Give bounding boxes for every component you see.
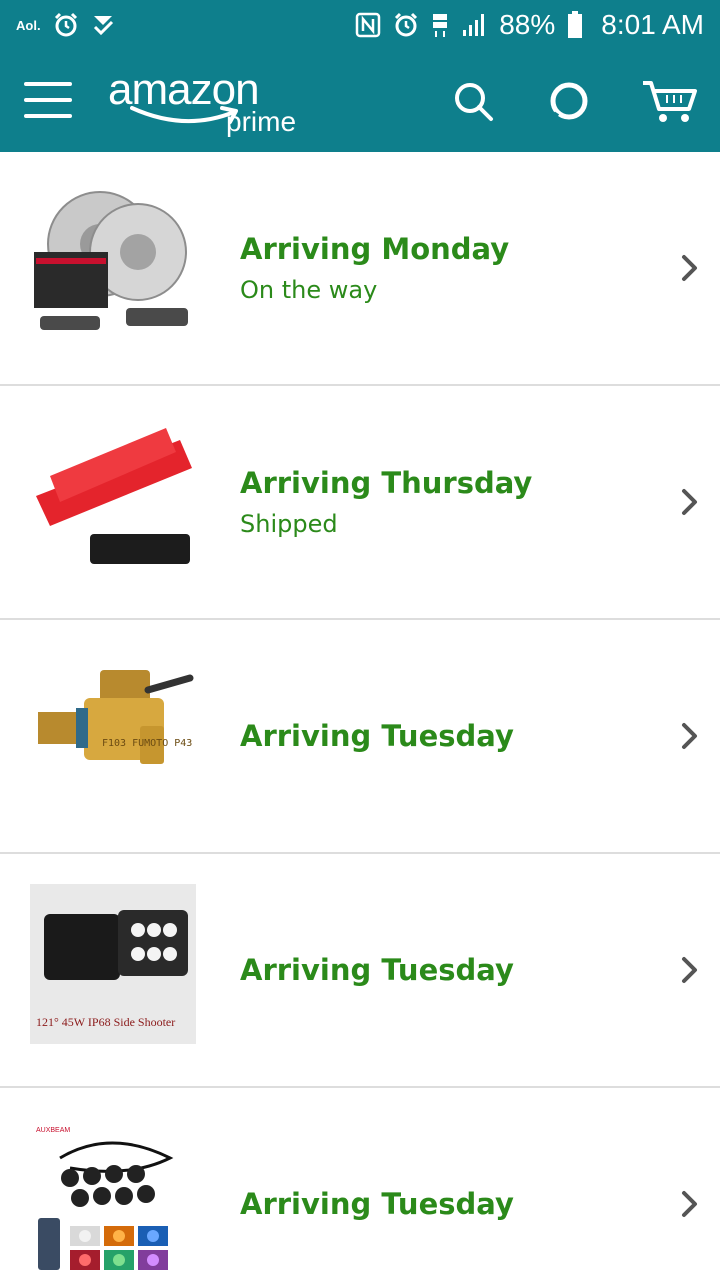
menu-icon[interactable] bbox=[22, 78, 74, 122]
4g-lte-icon bbox=[431, 12, 449, 38]
order-row[interactable]: Arriving Thursday Shipped bbox=[0, 386, 720, 620]
alarm-icon bbox=[53, 12, 79, 38]
delivery-status: Arriving Thursday bbox=[240, 466, 533, 501]
signal-icon bbox=[461, 12, 487, 38]
brake-kit-product-image bbox=[30, 182, 196, 342]
delivery-status: Arriving Tuesday bbox=[240, 952, 514, 987]
orders-list: Arriving Monday On the way Arriving Thur… bbox=[0, 152, 720, 1280]
oil-drain-valve-product-image: F103 FUMOTO P43 bbox=[30, 650, 196, 810]
delivery-status: Arriving Monday bbox=[240, 232, 510, 267]
traction-boards-product-image bbox=[30, 416, 196, 576]
battery-percent: 88% bbox=[499, 9, 556, 40]
side-shooter-label: 121° 45W IP68 Side Shooter bbox=[36, 1015, 175, 1029]
search-icon[interactable] bbox=[448, 76, 498, 126]
check-icon bbox=[91, 13, 115, 37]
clock: 8:01 AM bbox=[601, 9, 704, 40]
side-shooter-light-product-image: 121° 45W IP68 Side Shooter bbox=[30, 884, 196, 1044]
cart-icon[interactable] bbox=[640, 76, 700, 126]
chevron-right-icon bbox=[682, 255, 697, 281]
amazon-prime-logo[interactable]: amazon prime bbox=[108, 68, 318, 140]
delivery-status: Arriving Tuesday bbox=[240, 1186, 514, 1221]
alexa-icon[interactable] bbox=[544, 76, 594, 126]
shipment-status: On the way bbox=[240, 275, 378, 304]
shipment-status: Shipped bbox=[240, 509, 338, 538]
nfc-icon bbox=[355, 12, 381, 38]
chevron-right-icon bbox=[682, 1191, 697, 1217]
chevron-right-icon bbox=[682, 957, 697, 983]
order-row[interactable]: Arriving Monday On the way bbox=[0, 152, 720, 386]
alarm-icon bbox=[393, 12, 419, 38]
order-row[interactable]: F103 FUMOTO P43 Arriving Tuesday bbox=[0, 620, 720, 854]
fumoto-label: F103 FUMOTO P43 bbox=[102, 738, 192, 749]
smile-arrow-icon bbox=[130, 106, 238, 124]
chevron-right-icon bbox=[682, 723, 697, 749]
auxbeam-label: AUXBEAM bbox=[36, 1127, 70, 1134]
delivery-status: Arriving Tuesday bbox=[240, 718, 514, 753]
chevron-right-icon bbox=[682, 489, 697, 515]
rock-lights-product-image: AUXBEAM bbox=[30, 1118, 196, 1278]
status-bar: Aol. 88% 8:01 AM bbox=[0, 0, 720, 50]
app-bar: amazon prime bbox=[0, 50, 720, 152]
carrier-label: Aol. bbox=[16, 17, 41, 33]
logo-subtext: prime bbox=[226, 106, 297, 137]
order-row[interactable]: AUXBEAM Arriving Tuesday bbox=[0, 1088, 720, 1280]
battery-icon bbox=[567, 11, 583, 39]
order-row[interactable]: 121° 45W IP68 Side Shooter Arriving Tues… bbox=[0, 854, 720, 1088]
